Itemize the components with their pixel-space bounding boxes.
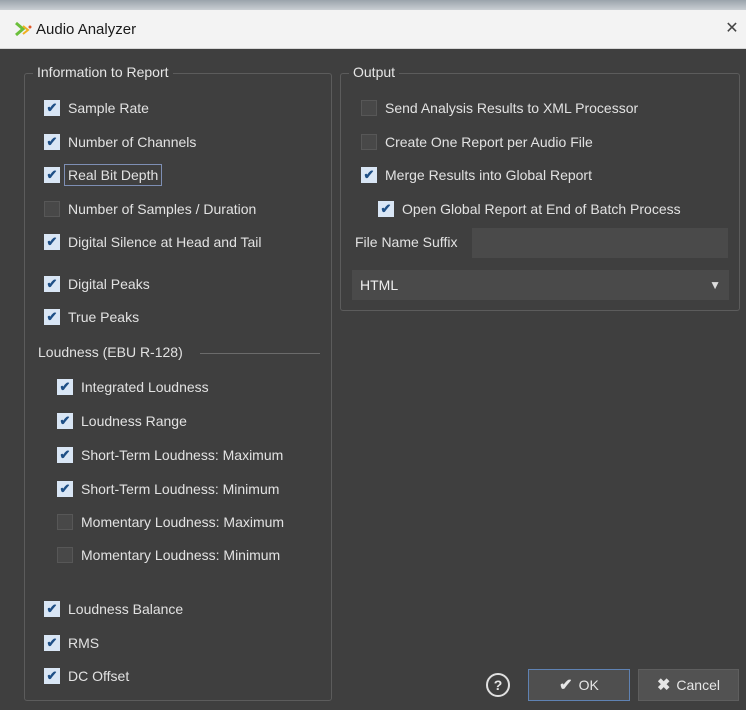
checkbox-label: Momentary Loudness: Maximum bbox=[81, 514, 285, 530]
ok-button-label: OK bbox=[578, 677, 599, 693]
checkbox-number-of-samples[interactable]: Number of Samples / Duration bbox=[44, 198, 256, 220]
checkbox-checked-icon: ✔ bbox=[44, 601, 60, 617]
background-strip bbox=[0, 0, 746, 10]
checkbox-send-to-xml[interactable]: Send Analysis Results to XML Processor bbox=[361, 97, 638, 119]
cancel-button-label: Cancel bbox=[676, 677, 720, 693]
checkbox-short-term-min[interactable]: ✔ Short-Term Loudness: Minimum bbox=[57, 478, 279, 500]
checkbox-checked-icon: ✔ bbox=[44, 234, 60, 250]
checkbox-label: Create One Report per Audio File bbox=[385, 134, 593, 150]
checkbox-unchecked-icon bbox=[57, 547, 73, 563]
checkbox-label: Real Bit Depth bbox=[63, 164, 163, 186]
checkbox-label: Sample Rate bbox=[68, 100, 149, 116]
checkbox-label: Integrated Loudness bbox=[81, 379, 209, 395]
file-name-suffix-label: File Name Suffix bbox=[355, 234, 458, 250]
checkbox-label: Loudness Range bbox=[81, 413, 187, 429]
checkbox-checked-icon: ✔ bbox=[57, 481, 73, 497]
checkbox-unchecked-icon bbox=[57, 514, 73, 530]
checkbox-checked-icon: ✔ bbox=[44, 276, 60, 292]
checkbox-label: RMS bbox=[68, 635, 100, 651]
checkbox-loudness-balance[interactable]: ✔ Loudness Balance bbox=[44, 598, 183, 620]
checkbox-sample-rate[interactable]: ✔ Sample Rate bbox=[44, 97, 149, 119]
checkbox-label: True Peaks bbox=[68, 309, 140, 325]
file-name-suffix-input[interactable] bbox=[472, 228, 728, 258]
checkbox-label: Open Global Report at End of Batch Proce… bbox=[402, 201, 681, 217]
window-title: Audio Analyzer bbox=[36, 21, 137, 38]
loudness-heading: Loudness (EBU R-128) bbox=[38, 344, 183, 360]
cancel-x-icon: ✖ bbox=[657, 677, 671, 694]
checkbox-merge-global-report[interactable]: ✔ Merge Results into Global Report bbox=[361, 164, 592, 186]
output-group-legend: Output bbox=[349, 64, 400, 80]
checkbox-checked-icon: ✔ bbox=[44, 167, 60, 183]
checkbox-unchecked-icon bbox=[361, 134, 377, 150]
checkbox-checked-icon: ✔ bbox=[44, 668, 60, 684]
checkbox-one-report-per-file[interactable]: Create One Report per Audio File bbox=[361, 131, 593, 153]
ok-button[interactable]: ✔ OK bbox=[528, 669, 630, 701]
checkbox-label: Number of Channels bbox=[68, 134, 197, 150]
dropdown-arrow-icon: ▼ bbox=[709, 278, 721, 292]
checkbox-momentary-max[interactable]: Momentary Loudness: Maximum bbox=[57, 511, 284, 533]
checkbox-checked-icon: ✔ bbox=[44, 309, 60, 325]
checkmark-icon: ✔ bbox=[559, 677, 573, 694]
checkbox-unchecked-icon bbox=[44, 201, 60, 217]
checkbox-momentary-min[interactable]: Momentary Loudness: Minimum bbox=[57, 544, 280, 566]
checkbox-open-global-report[interactable]: ✔ Open Global Report at End of Batch Pro… bbox=[378, 198, 681, 220]
checkbox-loudness-range[interactable]: ✔ Loudness Range bbox=[57, 410, 187, 432]
checkbox-label: Short-Term Loudness: Minimum bbox=[81, 481, 280, 497]
checkbox-checked-icon: ✔ bbox=[57, 379, 73, 395]
checkbox-label: Number of Samples / Duration bbox=[68, 201, 257, 217]
checkbox-checked-icon: ✔ bbox=[361, 167, 377, 183]
checkbox-real-bit-depth[interactable]: ✔ Real Bit Depth bbox=[44, 164, 163, 186]
cancel-button[interactable]: ✖ Cancel bbox=[638, 669, 739, 701]
audio-analyzer-dialog: Audio Analyzer ✕ Information to Report ✔… bbox=[0, 0, 746, 710]
checkbox-rms[interactable]: ✔ RMS bbox=[44, 632, 99, 654]
checkbox-true-peaks[interactable]: ✔ True Peaks bbox=[44, 306, 139, 328]
checkbox-label: DC Offset bbox=[68, 668, 130, 684]
checkbox-checked-icon: ✔ bbox=[378, 201, 394, 217]
checkbox-label: Momentary Loudness: Minimum bbox=[81, 547, 281, 563]
checkbox-label: Digital Silence at Head and Tail bbox=[68, 234, 262, 250]
checkbox-checked-icon: ✔ bbox=[44, 100, 60, 116]
checkbox-label: Short-Term Loudness: Maximum bbox=[81, 447, 284, 463]
checkbox-short-term-max[interactable]: ✔ Short-Term Loudness: Maximum bbox=[57, 444, 283, 466]
app-icon bbox=[15, 21, 32, 37]
info-group-legend: Information to Report bbox=[33, 64, 173, 80]
close-icon[interactable]: ✕ bbox=[722, 18, 742, 38]
output-format-select[interactable]: HTML ▼ bbox=[352, 270, 729, 300]
checkbox-number-of-channels[interactable]: ✔ Number of Channels bbox=[44, 131, 196, 153]
checkbox-checked-icon: ✔ bbox=[44, 635, 60, 651]
checkbox-label: Send Analysis Results to XML Processor bbox=[385, 100, 639, 116]
checkbox-digital-peaks[interactable]: ✔ Digital Peaks bbox=[44, 273, 150, 295]
help-button[interactable]: ? bbox=[486, 673, 510, 697]
checkbox-unchecked-icon bbox=[361, 100, 377, 116]
checkbox-checked-icon: ✔ bbox=[57, 413, 73, 429]
checkbox-integrated-loudness[interactable]: ✔ Integrated Loudness bbox=[57, 376, 209, 398]
checkbox-label: Digital Peaks bbox=[68, 276, 150, 292]
checkbox-dc-offset[interactable]: ✔ DC Offset bbox=[44, 665, 129, 687]
output-format-value: HTML bbox=[360, 277, 399, 293]
checkbox-checked-icon: ✔ bbox=[57, 447, 73, 463]
loudness-divider bbox=[200, 353, 320, 354]
checkbox-digital-silence[interactable]: ✔ Digital Silence at Head and Tail bbox=[44, 231, 262, 253]
checkbox-label: Merge Results into Global Report bbox=[385, 167, 592, 183]
checkbox-checked-icon: ✔ bbox=[44, 134, 60, 150]
checkbox-label: Loudness Balance bbox=[68, 601, 184, 617]
title-bar: Audio Analyzer ✕ bbox=[0, 10, 746, 49]
